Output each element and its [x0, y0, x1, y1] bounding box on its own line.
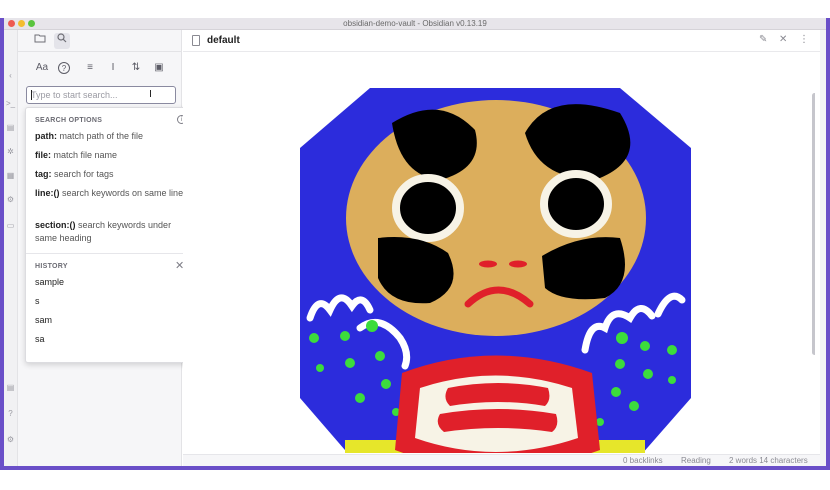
file-explorer-icon[interactable]	[32, 33, 48, 49]
search-options-heading: SEARCH OPTIONS	[35, 117, 103, 124]
divider	[26, 253, 192, 254]
command-icon[interactable]: >_	[5, 98, 16, 109]
search-icon[interactable]	[54, 33, 70, 49]
left-ribbon: ‹ >_ ▤ ✲ ▦ ⚙ ▭ ▤ ? ⚙	[4, 30, 18, 466]
copy-results-icon[interactable]: ▣	[151, 60, 167, 76]
search-box[interactable]: I	[26, 86, 176, 104]
graph-icon[interactable]: ✲	[5, 146, 16, 157]
right-sidebar-collapsed[interactable]	[820, 30, 826, 466]
option-key: tag:	[35, 169, 52, 179]
scrollbar[interactable]	[812, 93, 815, 355]
search-input[interactable]	[27, 87, 145, 103]
view-header: default ✎ ✕ ⋮	[183, 30, 826, 52]
match-case-icon[interactable]: Aa	[34, 60, 50, 76]
text-caret	[31, 90, 32, 100]
sidebar-tabs	[18, 30, 182, 52]
ibeam-cursor-icon: I	[149, 89, 152, 100]
collapse-icon[interactable]: ‹	[5, 70, 16, 81]
help-circle-icon[interactable]: ?	[58, 62, 70, 74]
title-bar: obsidian-demo-vault - Obsidian v0.13.19	[4, 18, 826, 30]
window-title: obsidian-demo-vault - Obsidian v0.13.19	[343, 19, 487, 28]
search-tools: Aa ? ≡ I ⇅ ▣	[18, 56, 182, 80]
backlinks-count[interactable]: 0 backlinks	[623, 456, 663, 465]
document-icon	[192, 35, 200, 46]
help-icon[interactable]: ▤	[5, 382, 16, 393]
search-option-line[interactable]: line:() search keywords on same line	[35, 187, 185, 200]
view-mode[interactable]: Reading	[681, 456, 711, 465]
history-item[interactable]: s	[35, 296, 40, 306]
left-sidebar: Aa ? ≡ I ⇅ ▣ I SEARCH OPTIONS i path: ma…	[18, 30, 193, 466]
search-option-file[interactable]: file: match file name	[35, 149, 185, 162]
history-heading: HISTORY	[35, 263, 68, 270]
option-key: file:	[35, 150, 52, 160]
option-desc: match file name	[53, 150, 118, 160]
help-circle-ribbon-icon[interactable]: ?	[5, 408, 16, 419]
main-pane: default ✎ ✕ ⋮ 0 backlinks Reading 2 word…	[183, 30, 826, 466]
text-cursor-icon[interactable]: I	[105, 60, 121, 76]
settings-icon[interactable]: ⚙	[5, 434, 16, 445]
daruma-image	[300, 88, 691, 453]
status-bar: 0 backlinks Reading 2 words 14 character…	[183, 454, 826, 466]
note-title[interactable]: default	[207, 35, 240, 46]
calendar-icon[interactable]: ▦	[5, 170, 16, 181]
search-options-popover: SEARCH OPTIONS i path: match path of the…	[25, 107, 193, 363]
history-item[interactable]: sam	[35, 315, 52, 325]
option-key: section:()	[35, 220, 76, 230]
search-option-tag[interactable]: tag: search for tags	[35, 168, 185, 181]
close-icon[interactable]: ✕	[779, 34, 787, 45]
folder-icon[interactable]: ⚙	[5, 194, 16, 205]
edit-icon[interactable]: ✎	[759, 34, 767, 45]
window-frame: obsidian-demo-vault - Obsidian v0.13.19 …	[0, 18, 830, 470]
sort-icon[interactable]: ⇅	[128, 60, 144, 76]
search-option-section[interactable]: section:() search keywords under same he…	[35, 219, 185, 245]
vault-icon[interactable]: ▭	[5, 220, 16, 231]
files-icon[interactable]: ▤	[5, 122, 16, 133]
history-item[interactable]: sa	[35, 334, 45, 344]
app-window: obsidian-demo-vault - Obsidian v0.13.19 …	[4, 18, 826, 466]
word-count: 2 words 14 characters	[729, 456, 808, 465]
option-key: line:()	[35, 188, 60, 198]
search-option-path[interactable]: path: match path of the file	[35, 130, 185, 143]
list-icon[interactable]: ≡	[82, 60, 98, 76]
history-item[interactable]: sample	[35, 277, 64, 287]
option-desc: search keywords on same line	[62, 188, 184, 198]
option-key: path:	[35, 131, 57, 141]
option-desc: search for tags	[54, 169, 114, 179]
more-icon[interactable]: ⋮	[799, 34, 809, 45]
note-content	[183, 53, 815, 453]
option-desc: match path of the file	[59, 131, 144, 141]
